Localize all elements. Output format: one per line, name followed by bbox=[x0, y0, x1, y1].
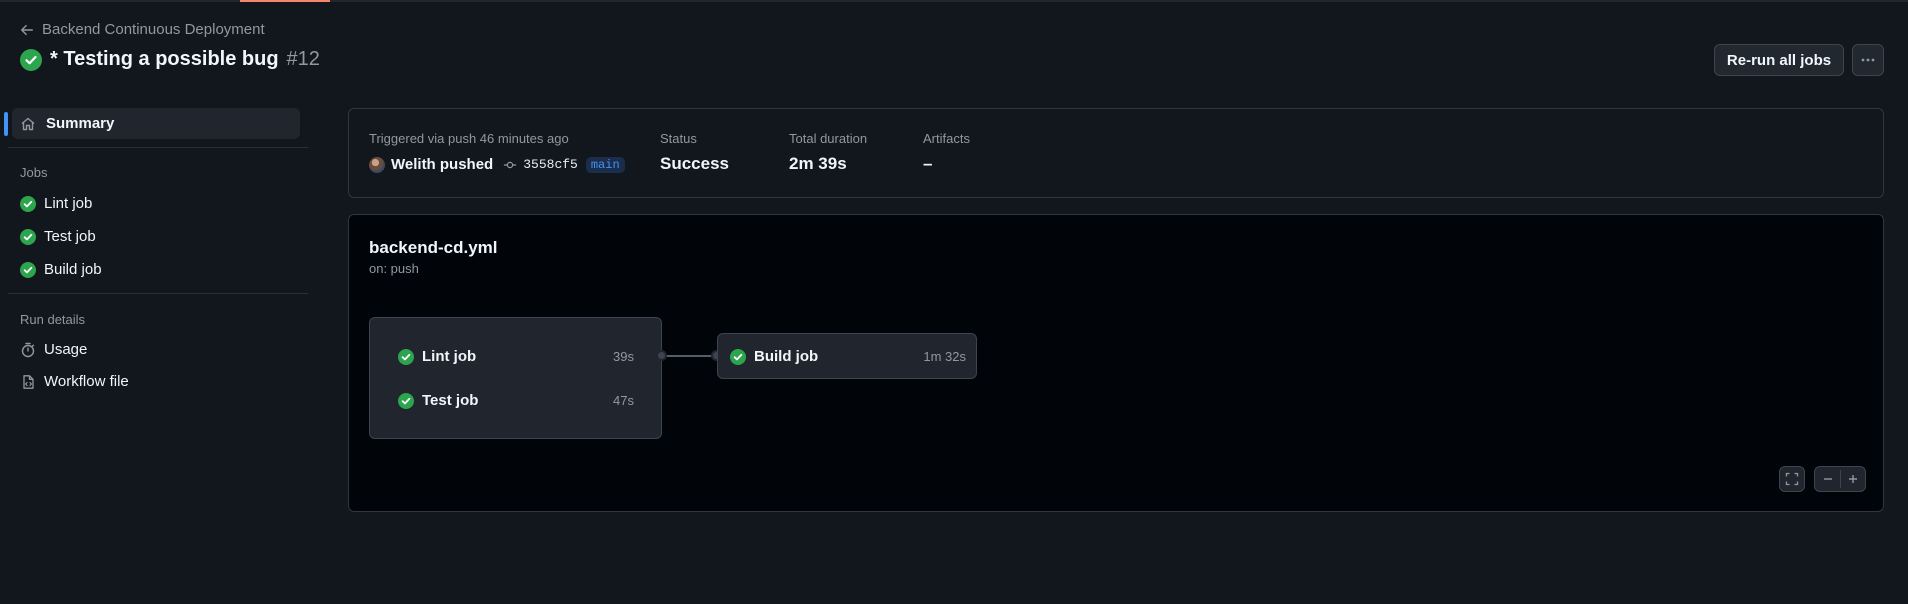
status-value: Success bbox=[660, 154, 729, 173]
kebab-horizontal-icon bbox=[1861, 58, 1875, 62]
job-group: Lint job 39s Test job 47s bbox=[369, 317, 662, 439]
run-title-text: * Testing a possible bug bbox=[50, 48, 279, 70]
sidebar-divider bbox=[8, 147, 308, 148]
zoom-controls bbox=[1814, 466, 1866, 492]
check-circle-icon bbox=[20, 261, 36, 278]
sidebar-job-label: Lint job bbox=[44, 195, 93, 212]
graph-job-build[interactable]: Build job 1m 32s bbox=[730, 348, 966, 365]
branch-badge[interactable]: main bbox=[585, 156, 625, 173]
trigger-text: Triggered via push 46 minutes ago bbox=[369, 131, 569, 146]
rerun-all-jobs-button[interactable]: Re-run all jobs bbox=[1714, 44, 1844, 76]
sidebar-item-summary[interactable]: Summary bbox=[4, 108, 300, 139]
graph-job-duration: 47s bbox=[613, 393, 634, 408]
git-commit-icon bbox=[504, 161, 517, 168]
check-circle-icon bbox=[730, 348, 746, 365]
check-circle-icon bbox=[20, 48, 42, 71]
run-number: #12 bbox=[286, 48, 320, 70]
job-connector bbox=[662, 355, 718, 357]
check-circle-icon bbox=[398, 392, 414, 409]
run-summary-card: Triggered via push 46 minutes ago Welith… bbox=[348, 108, 1884, 198]
commit-sha-link[interactable]: 3558cf5 bbox=[523, 157, 578, 172]
workflow-file-name: backend-cd.yml bbox=[369, 238, 498, 257]
zoom-in-icon[interactable] bbox=[1846, 472, 1860, 486]
workflow-trigger: on: push bbox=[369, 261, 419, 276]
duration-value: 2m 39s bbox=[789, 154, 847, 173]
graph-job-label: Test job bbox=[422, 392, 479, 409]
graph-job-lint[interactable]: Lint job 39s bbox=[398, 348, 634, 365]
sidebar-item-workflow-file[interactable]: Workflow file bbox=[20, 373, 129, 390]
zoom-divider bbox=[1839, 470, 1841, 488]
artifacts-value: – bbox=[923, 154, 933, 173]
sidebar-item-test-job[interactable]: Test job bbox=[20, 228, 96, 245]
sidebar-workflow-file-label: Workflow file bbox=[44, 373, 129, 390]
graph-job-label: Build job bbox=[754, 348, 819, 365]
run-title: * Testing a possible bug #12 bbox=[20, 48, 320, 71]
back-to-workflow-link[interactable]: Backend Continuous Deployment bbox=[20, 21, 265, 38]
sidebar-divider bbox=[8, 293, 308, 294]
fullscreen-icon bbox=[1785, 472, 1799, 486]
duration-label: Total duration bbox=[789, 131, 868, 146]
zoom-out-icon[interactable] bbox=[1821, 472, 1835, 486]
stopwatch-icon bbox=[21, 342, 35, 357]
more-options-button[interactable] bbox=[1852, 44, 1884, 76]
sidebar-item-usage[interactable]: Usage bbox=[20, 341, 87, 358]
avatar[interactable] bbox=[369, 156, 385, 173]
arrow-left-icon bbox=[21, 24, 33, 35]
check-circle-icon bbox=[20, 195, 36, 212]
sidebar-item-build-job[interactable]: Build job bbox=[20, 261, 102, 278]
graph-job-duration: 1m 32s bbox=[923, 349, 966, 364]
sidebar-summary-label: Summary bbox=[46, 115, 115, 132]
status-label: Status bbox=[660, 131, 697, 146]
check-circle-icon bbox=[398, 348, 414, 365]
run-details-heading: Run details bbox=[20, 312, 86, 327]
check-circle-icon bbox=[20, 228, 36, 245]
active-indicator bbox=[4, 112, 8, 136]
jobs-heading: Jobs bbox=[20, 165, 48, 180]
top-progress-bar bbox=[0, 0, 1908, 2]
back-link-label: Backend Continuous Deployment bbox=[42, 21, 265, 38]
connector-dot bbox=[656, 350, 667, 361]
push-actor[interactable]: Welith pushed bbox=[391, 156, 493, 173]
graph-job-label: Lint job bbox=[422, 348, 477, 365]
artifacts-label: Artifacts bbox=[923, 131, 970, 146]
home-icon bbox=[21, 117, 35, 130]
sidebar-job-label: Test job bbox=[44, 228, 96, 245]
push-info: Welith pushed 3558cf5 main bbox=[369, 156, 625, 173]
graph-job-test[interactable]: Test job 47s bbox=[398, 392, 634, 409]
file-code-icon bbox=[23, 374, 34, 389]
workflow-graph-card: backend-cd.yml on: push Lint job 39s Tes… bbox=[348, 214, 1884, 512]
graph-job-duration: 39s bbox=[613, 349, 634, 364]
sidebar-item-lint-job[interactable]: Lint job bbox=[20, 195, 92, 212]
top-progress-accent bbox=[240, 0, 330, 2]
fullscreen-button[interactable] bbox=[1779, 466, 1805, 492]
sidebar-job-label: Build job bbox=[44, 261, 102, 278]
graph-job-build-box: Build job 1m 32s bbox=[717, 333, 977, 379]
sidebar-usage-label: Usage bbox=[44, 341, 88, 358]
